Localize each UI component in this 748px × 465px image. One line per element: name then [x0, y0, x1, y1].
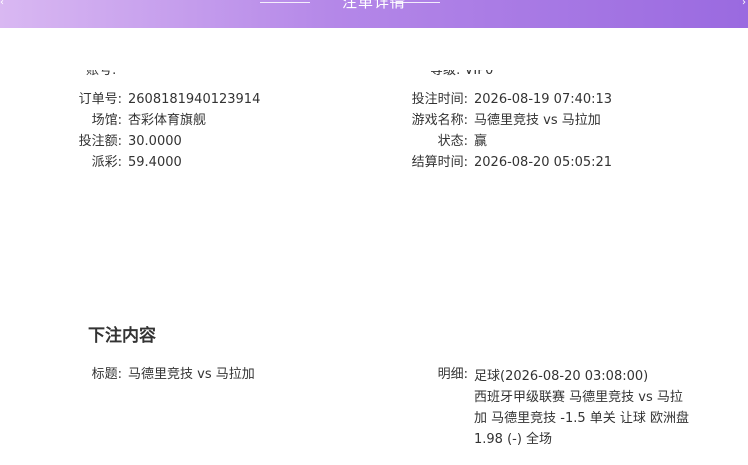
game-name-value: 马德里竞技 vs 马拉加 [474, 113, 601, 128]
settle-time-label: 结算时间: [411, 155, 468, 170]
bet-detail-line: 加 马德里竞技 -1.5 单关 让球 欧洲盘 [474, 411, 690, 426]
payout-value: 59.4000 [128, 155, 182, 170]
bet-content-heading: 下注内容 [88, 326, 156, 346]
bet-detail-value: 足球(2026-08-20 03:08:00) 西班牙甲级联赛 马德里竞技 vs… [474, 366, 708, 450]
bet-time-value: 2026-08-19 07:40:13 [474, 92, 613, 107]
payout-label: 派彩: [91, 155, 122, 170]
order-number-label: 订单号: [78, 92, 122, 107]
right-chevron-icon[interactable]: › [742, 0, 748, 10]
header-divider-right [390, 2, 440, 3]
venue-label: 场馆: [91, 113, 122, 128]
bet-detail-label: 明细: [437, 367, 468, 382]
clipped-level-text: 等级: VIP0 [430, 70, 494, 78]
dialog-title: 注单详情 [341, 0, 406, 11]
status-label: 状态: [437, 134, 468, 149]
bet-detail-line: 西班牙甲级联赛 马德里竞技 vs 马拉 [474, 390, 683, 405]
order-number-value: 2608181940123914 [128, 92, 261, 107]
stake-label: 投注额: [78, 134, 122, 149]
bet-detail-line: 足球(2026-08-20 03:08:00) [474, 369, 649, 384]
settle-time-value: 2026-08-20 05:05:21 [474, 155, 613, 170]
stake-value: 30.0000 [128, 134, 182, 149]
clipped-account-label: 账号: [86, 70, 117, 78]
status-value: 赢 [474, 134, 488, 149]
bet-time-label: 投注时间: [411, 92, 468, 107]
bet-subject-label: 标题: [91, 367, 122, 382]
game-name-label: 游戏名称: [411, 113, 468, 128]
dialog-header: ‹ 注单详情 › [0, 0, 748, 28]
bet-detail-line: 1.98 (-) 全场 [474, 432, 553, 447]
venue-value: 杏彩体育旗舰 [128, 113, 207, 128]
bet-subject-value: 马德里竞技 vs 马拉加 [128, 367, 255, 382]
